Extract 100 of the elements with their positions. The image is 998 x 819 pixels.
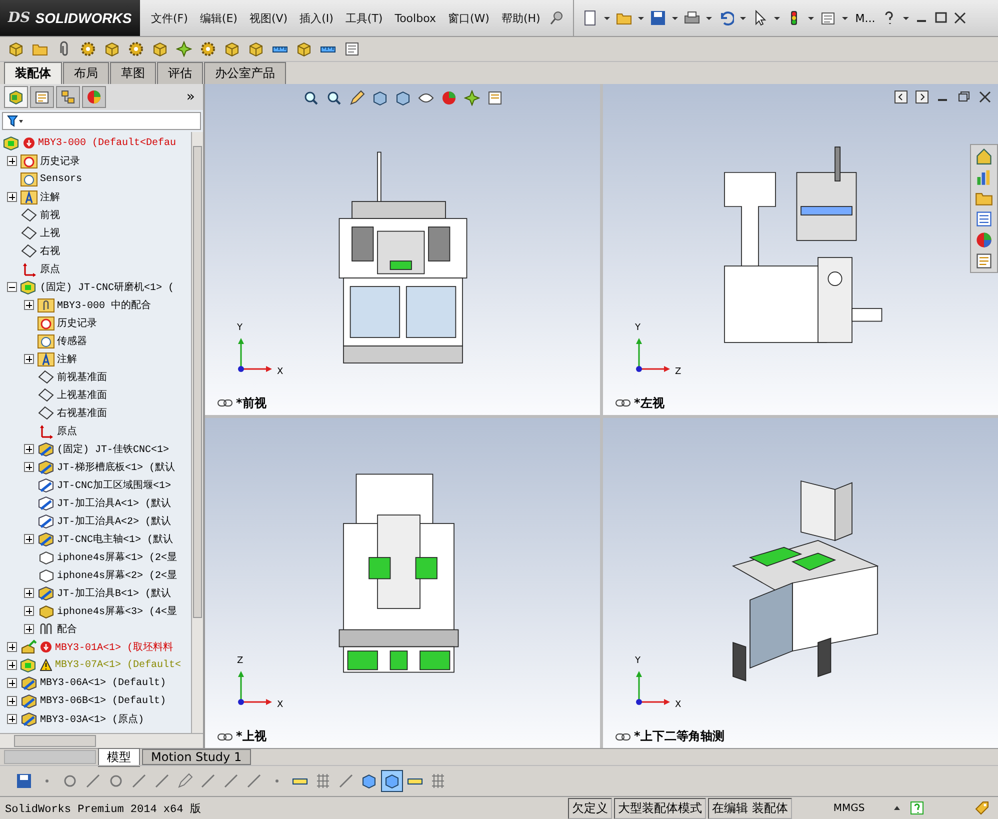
expand-toggle-icon[interactable]	[24, 462, 34, 472]
expand-toggle-icon[interactable]	[7, 192, 17, 202]
caret-icon[interactable]	[706, 16, 712, 20]
tree-item[interactable]: MBY3-000 (Default<Defau	[0, 134, 191, 152]
tree-item[interactable]: 配合	[0, 620, 191, 638]
command-tab[interactable]: 装配体	[4, 62, 62, 84]
units-selector[interactable]: MMGS	[814, 802, 884, 814]
filter-field[interactable]	[2, 112, 201, 130]
pencil-icon[interactable]	[175, 771, 195, 791]
caret-icon[interactable]	[808, 16, 814, 20]
sphere-icon[interactable]	[975, 231, 993, 249]
tree-item[interactable]: 注解	[0, 350, 191, 368]
tree-item[interactable]: 原点	[0, 260, 191, 278]
display-tab[interactable]	[82, 86, 106, 108]
tree-item[interactable]: 上视基准面	[0, 386, 191, 404]
next-view-icon[interactable]	[913, 88, 931, 106]
expand-toggle-icon[interactable]	[7, 282, 17, 292]
property-tab[interactable]	[30, 86, 54, 108]
configuration-tab[interactable]	[56, 86, 80, 108]
command-tab[interactable]: 布局	[63, 62, 109, 84]
gear-icon[interactable]	[126, 39, 146, 59]
tree-item[interactable]: JT-加工治具A<2> (默认	[0, 512, 191, 530]
tree-item[interactable]: iphone4s屏幕<1> (2<显	[0, 548, 191, 566]
horizontal-scrollbar[interactable]	[0, 733, 203, 748]
menu-item[interactable]: Toolbox	[390, 8, 441, 28]
tree-item[interactable]: 传感器	[0, 332, 191, 350]
tree-item[interactable]: 右视基准面	[0, 404, 191, 422]
expand-toggle-icon[interactable]	[24, 606, 34, 616]
more-tabs[interactable]: »	[178, 89, 203, 105]
menu-item[interactable]: 视图(V)	[244, 8, 293, 28]
tree-item[interactable]: JT-加工治具B<1> (默认	[0, 584, 191, 602]
expand-toggle-icon[interactable]	[24, 534, 34, 544]
save-icon[interactable]	[14, 771, 34, 791]
caret-icon[interactable]	[672, 16, 678, 20]
tree-item[interactable]: iphone4s屏幕<3> (4<显	[0, 602, 191, 620]
expand-toggle-icon[interactable]	[7, 642, 17, 652]
expand-toggle-icon[interactable]	[24, 444, 34, 454]
tree-item[interactable]: iphone4s屏幕<2> (2<显	[0, 566, 191, 584]
expand-toggle-icon[interactable]	[24, 300, 34, 310]
expand-toggle-icon[interactable]	[7, 156, 17, 166]
tree-item[interactable]: (固定) JT-CNC研磨机<1> (	[0, 278, 191, 296]
menu-item[interactable]: 窗口(W)	[442, 8, 494, 28]
expand-toggle-icon[interactable]	[7, 678, 17, 688]
house-icon[interactable]	[975, 147, 993, 165]
tree-item[interactable]: MBY3-01A<1> (取坯料料	[0, 638, 191, 656]
cube-icon[interactable]	[382, 771, 402, 791]
caret-icon[interactable]	[774, 16, 780, 20]
document-icon[interactable]	[975, 252, 993, 270]
tag-icon[interactable]	[974, 800, 990, 816]
caret-icon[interactable]	[604, 16, 610, 20]
expand-toggle-icon[interactable]	[24, 354, 34, 364]
viewport[interactable]: Z X *上视	[205, 418, 600, 748]
viewport[interactable]: Y Z *左视	[603, 84, 998, 414]
tree-item[interactable]: MBY3-06A<1> (Default)	[0, 674, 191, 692]
tree-item[interactable]: (固定) JT-佳铁CNC<1>	[0, 440, 191, 458]
menu-item[interactable]: 帮助(H)	[496, 8, 546, 28]
tree-item[interactable]: JT-CNC加工区域围堰<1>	[0, 476, 191, 494]
caret-icon[interactable]	[638, 16, 644, 20]
tree-item[interactable]: 前视	[0, 206, 191, 224]
tree-item[interactable]: Sensors	[0, 170, 191, 188]
toolbar-overflow[interactable]: M...	[852, 12, 878, 24]
model-tab[interactable]: Motion Study 1	[142, 749, 251, 765]
tree-item[interactable]: 注解	[0, 188, 191, 206]
viewport[interactable]: Y X *前视	[205, 84, 600, 414]
vertical-scrollbar[interactable]	[191, 132, 203, 733]
tree-item[interactable]: MBY3-03A<1> (原点)	[0, 710, 191, 728]
tree-item[interactable]: 右视	[0, 242, 191, 260]
tree-item[interactable]: JT-CNC电主轴<1> (默认	[0, 530, 191, 548]
expand-toggle-icon[interactable]	[7, 714, 17, 724]
command-tab[interactable]: 评估	[157, 62, 203, 84]
list-icon[interactable]	[975, 210, 993, 228]
tree-item[interactable]: MBY3-000 中的配合	[0, 296, 191, 314]
expand-toggle-icon[interactable]	[24, 588, 34, 598]
caret-icon[interactable]	[903, 16, 910, 20]
previous-view-icon[interactable]	[892, 88, 910, 106]
gear-icon[interactable]	[78, 39, 98, 59]
caret-icon[interactable]	[842, 16, 848, 20]
caret-up-icon[interactable]	[894, 806, 900, 810]
sparkle-icon[interactable]	[462, 88, 482, 108]
menu-item[interactable]: 插入(I)	[294, 8, 338, 28]
expand-toggle-icon[interactable]	[24, 624, 34, 634]
tree-item[interactable]: 原点	[0, 422, 191, 440]
tree-item[interactable]: 前视基准面	[0, 368, 191, 386]
menu-item[interactable]: 编辑(E)	[194, 8, 242, 28]
command-tab[interactable]: 草图	[110, 62, 156, 84]
feature-tree-tab[interactable]	[4, 86, 28, 108]
caret-icon[interactable]	[740, 16, 746, 20]
tree-item[interactable]: 历史记录	[0, 314, 191, 332]
tree-item[interactable]: JT-梯形槽底板<1> (默认	[0, 458, 191, 476]
expand-toggle-icon[interactable]	[7, 660, 17, 670]
menu-item[interactable]: 文件(F)	[146, 8, 193, 28]
tree-item[interactable]: 上视	[0, 224, 191, 242]
viewport[interactable]: Y X *上下二等角轴测	[603, 418, 998, 748]
gear-icon[interactable]	[198, 39, 218, 59]
tree-item[interactable]: JT-加工治具A<1> (默认	[0, 494, 191, 512]
expand-toggle-icon[interactable]	[7, 696, 17, 706]
command-tab[interactable]: 办公室产品	[204, 62, 286, 84]
tree-item[interactable]: 历史记录	[0, 152, 191, 170]
sparkle-icon[interactable]	[174, 39, 194, 59]
tree-item[interactable]: MBY3-06B<1> (Default)	[0, 692, 191, 710]
